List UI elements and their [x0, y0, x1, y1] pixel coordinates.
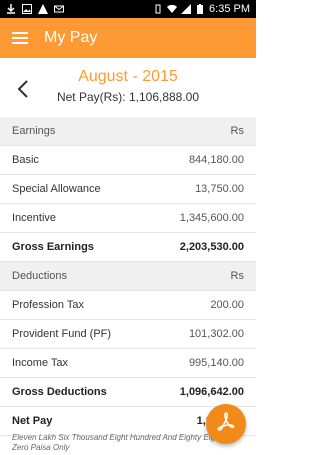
row-label: Income Tax: [12, 357, 69, 369]
row-value: 200.00: [210, 299, 244, 311]
row-label: Provident Fund (PF): [12, 328, 112, 340]
table-row: Basic 844,180.00: [0, 146, 256, 175]
battery-icon: [195, 4, 205, 14]
signal-icon: [181, 4, 192, 14]
status-notifications: [6, 4, 64, 14]
pay-month: August - 2015: [78, 68, 178, 85]
row-value: 844,180.00: [188, 154, 244, 166]
row-value: 101,302.00: [188, 328, 244, 340]
table-row: Profession Tax 200.00: [0, 291, 256, 320]
row-label: Profession Tax: [12, 299, 84, 311]
gross-deductions-value: 1,096,642.00: [179, 386, 244, 398]
mail-icon: [54, 4, 64, 14]
row-label: Special Allowance: [12, 183, 101, 195]
app-title: My Pay: [44, 29, 98, 46]
row-label: Basic: [12, 154, 39, 166]
row-value: 995,140.00: [188, 357, 244, 369]
earnings-header-label: Earnings: [12, 125, 56, 137]
gross-deductions-row: Gross Deductions 1,096,642.00: [0, 378, 256, 407]
vibrate-icon: [153, 4, 163, 14]
table-row: Incentive 1,345,600.00: [0, 204, 256, 233]
hamburger-menu-icon[interactable]: [12, 32, 28, 44]
gross-earnings-label: Gross Earnings: [12, 241, 94, 253]
gross-deductions-label: Gross Deductions: [12, 386, 107, 398]
deductions-currency: Rs: [230, 270, 244, 282]
gross-earnings-value: 2,203,530.00: [179, 241, 244, 253]
table-row: Provident Fund (PF) 101,302.00: [0, 320, 256, 349]
amount-in-words: Eleven Lakh Six Thousand Eight Hundred A…: [12, 433, 238, 452]
pay-period-header: August - 2015 Net Pay(Rs): 1,106,888.00: [0, 58, 256, 120]
row-value: 13,750.00: [195, 183, 244, 195]
warning-icon: [38, 4, 48, 14]
app-bar: My Pay: [0, 18, 256, 58]
image-icon: [22, 4, 32, 14]
earnings-currency: Rs: [230, 125, 244, 137]
row-label: Incentive: [12, 212, 57, 224]
deductions-header-label: Deductions: [12, 270, 68, 282]
download-pdf-button[interactable]: [206, 404, 246, 444]
table-row: Special Allowance 13,750.00: [0, 175, 256, 204]
wifi-icon: [167, 4, 178, 14]
net-pay-label: Net Pay: [12, 415, 53, 427]
gross-earnings-row: Gross Earnings 2,203,530.00: [0, 233, 256, 262]
net-pay-summary: Net Pay(Rs): 1,106,888.00: [56, 90, 200, 104]
status-time: 6:35 PM: [209, 3, 250, 15]
status-system: 6:35 PM: [153, 3, 250, 15]
payslip-table: Earnings Rs Basic 844,180.00 Special All…: [0, 117, 256, 436]
deductions-header: Deductions Rs: [0, 262, 256, 291]
pdf-icon: [215, 411, 237, 438]
table-row: Income Tax 995,140.00: [0, 349, 256, 378]
status-bar: 6:35 PM: [0, 0, 256, 18]
row-value: 1,345,600.00: [179, 212, 244, 224]
download-icon: [6, 4, 16, 14]
earnings-header: Earnings Rs: [0, 117, 256, 146]
